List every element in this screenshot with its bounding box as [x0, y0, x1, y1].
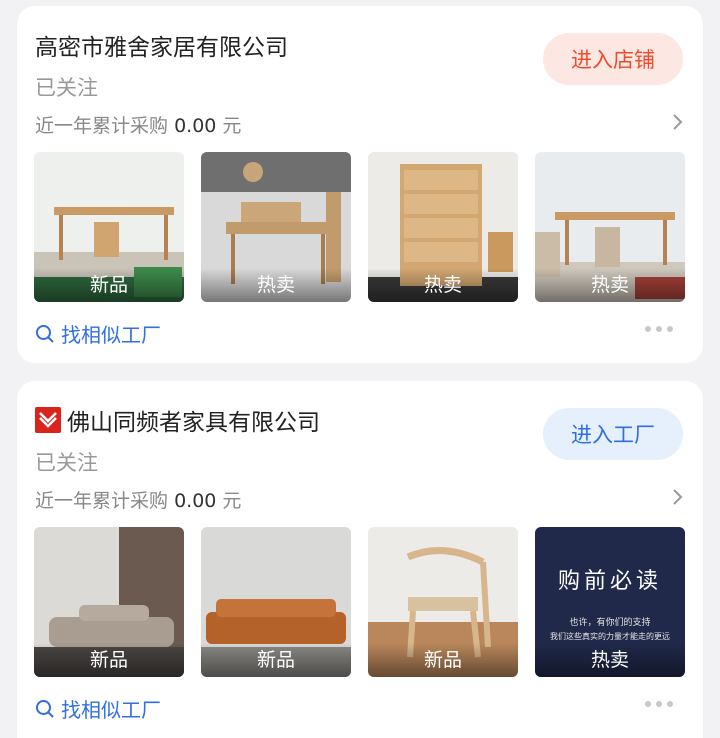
find-similar-label: 找相似工厂 — [61, 323, 161, 347]
product-thumbnails: 新品 新品 新品 购前必读 也许，有你们的支持 我们这些真实的力量才能走的更远 … — [34, 527, 685, 677]
thumb-tag: 热卖 — [535, 268, 685, 302]
more-dots-icon[interactable] — [645, 326, 673, 332]
company-title: 佛山同频者家具有限公司 — [35, 403, 320, 437]
follow-status: 已关注 — [35, 451, 98, 475]
product-thumb[interactable]: 热卖 — [535, 152, 685, 302]
find-similar-label: 找相似工厂 — [61, 698, 161, 722]
more-dots-icon[interactable] — [645, 701, 673, 707]
shop-card[interactable]: 高密市雅舍家居有限公司 已关注 近一年累计采购 0.00 元 进入店铺 新品 热… — [17, 6, 703, 363]
purchase-stat-label: 近一年累计采购 — [35, 490, 169, 512]
purchase-stat-label: 近一年累计采购 — [35, 115, 169, 137]
enter-shop-button[interactable]: 进入店铺 — [543, 33, 683, 85]
purchase-stat: 近一年累计采购 0.00 元 — [35, 486, 241, 513]
factory-card[interactable]: 佛山同频者家具有限公司 已关注 近一年累计采购 0.00 元 进入工厂 新品 新… — [17, 381, 703, 738]
enter-factory-button[interactable]: 进入工厂 — [543, 408, 683, 460]
product-thumb[interactable]: 新品 — [34, 152, 184, 302]
thumb-tag: 热卖 — [368, 268, 518, 302]
purchase-stat-unit: 元 — [222, 490, 242, 512]
purchase-stat: 近一年累计采购 0.00 元 — [35, 111, 241, 138]
chevron-right-icon[interactable] — [671, 487, 685, 507]
product-thumb[interactable]: 新品 — [34, 527, 184, 677]
product-thumb[interactable]: 热卖 — [368, 152, 518, 302]
product-thumb[interactable]: 热卖 — [201, 152, 351, 302]
company-name: 高密市雅舍家居有限公司 — [35, 35, 288, 61]
must-read-title: 购前必读 — [557, 569, 662, 594]
thumb-tag: 新品 — [368, 643, 518, 677]
must-read-sub2: 我们这些真实的力量才能走的更远 — [550, 632, 670, 641]
find-similar-factory-link[interactable]: 找相似工厂 — [35, 694, 161, 723]
must-read-sub1: 也许，有你们的支持 — [569, 618, 651, 628]
purchase-stat-unit: 元 — [222, 115, 242, 137]
company-logo-icon — [35, 407, 61, 433]
product-thumb[interactable]: 新品 — [368, 527, 518, 677]
thumb-tag: 新品 — [34, 643, 184, 677]
chevron-right-icon[interactable] — [671, 112, 685, 132]
purchase-stat-value: 0.00 — [174, 115, 217, 137]
product-thumb[interactable]: 购前必读 也许，有你们的支持 我们这些真实的力量才能走的更远 热卖 — [535, 527, 685, 677]
thumb-tag: 热卖 — [201, 268, 351, 302]
find-similar-factory-link[interactable]: 找相似工厂 — [35, 319, 161, 348]
thumb-tag: 新品 — [34, 268, 184, 302]
product-thumbnails: 新品 热卖 热卖 热卖 — [34, 152, 685, 302]
thumb-tag: 新品 — [201, 643, 351, 677]
thumb-tag: 热卖 — [535, 643, 685, 677]
search-icon — [36, 699, 54, 718]
search-icon — [36, 324, 54, 343]
purchase-stat-value: 0.00 — [174, 490, 217, 512]
follow-status: 已关注 — [35, 76, 98, 100]
company-name: 佛山同频者家具有限公司 — [67, 410, 320, 436]
product-thumb[interactable]: 新品 — [201, 527, 351, 677]
